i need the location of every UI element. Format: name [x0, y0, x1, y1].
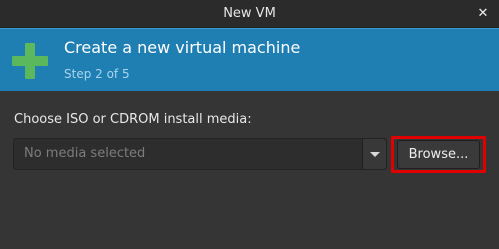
install-media-entry[interactable]: No media selected	[14, 139, 362, 169]
title-bar[interactable]: New VM ✕	[0, 0, 499, 28]
browse-button[interactable]: Browse...	[397, 140, 480, 169]
plus-icon	[12, 43, 48, 79]
install-media-dropdown-button[interactable]	[363, 139, 386, 169]
chevron-down-icon	[370, 152, 380, 157]
wizard-header: Create a new virtual machine Step 2 of 5	[0, 28, 499, 91]
window-title: New VM	[223, 6, 276, 21]
install-media-combobox[interactable]: No media selected	[13, 138, 387, 170]
install-media-label: Choose ISO or CDROM install media:	[14, 112, 252, 127]
wizard-heading: Create a new virtual machine	[64, 38, 301, 57]
wizard-step-indicator: Step 2 of 5	[64, 67, 130, 81]
close-icon[interactable]: ✕	[475, 6, 491, 22]
new-vm-window: New VM ✕ Create a new virtual machine St…	[0, 0, 499, 249]
